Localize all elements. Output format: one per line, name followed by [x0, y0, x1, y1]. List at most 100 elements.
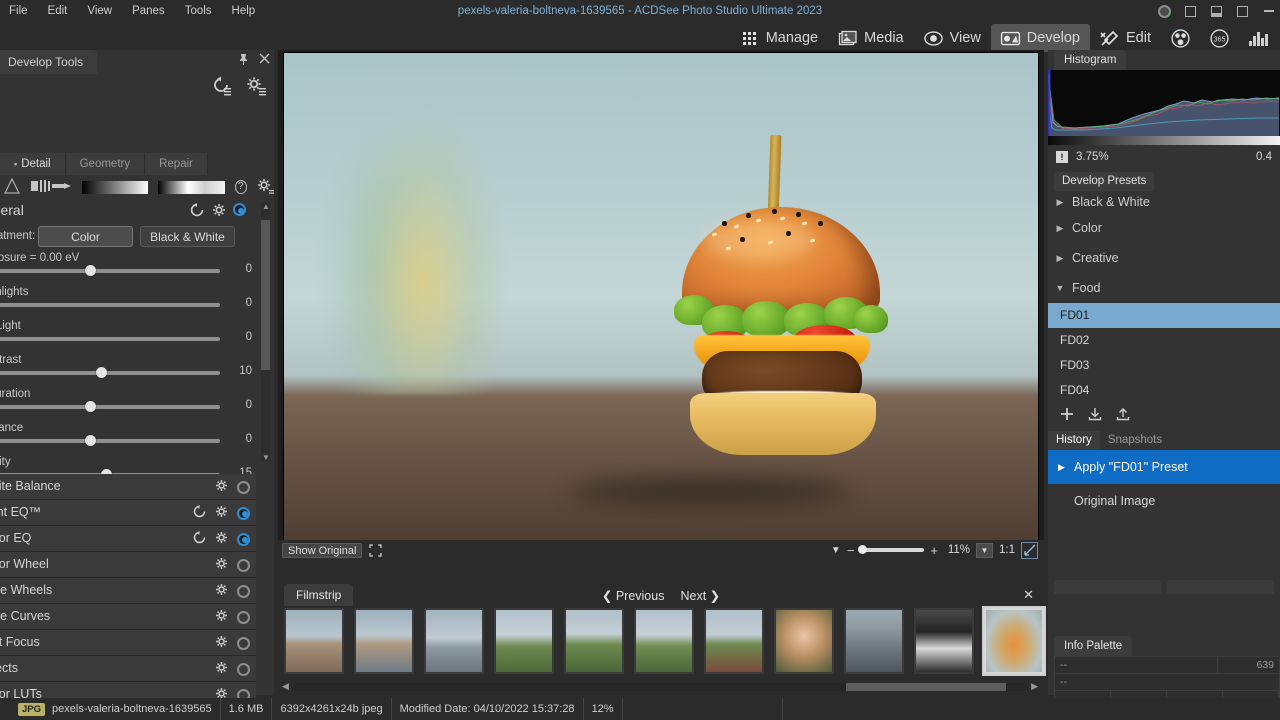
slider-track[interactable] [0, 405, 220, 409]
help-icon[interactable]: ? [235, 180, 247, 194]
general-reset-icon[interactable] [190, 203, 204, 220]
mode-histogram[interactable] [1239, 24, 1278, 52]
reset-all-icon[interactable] [210, 76, 231, 98]
history-item-original-image[interactable]: Original Image [1048, 484, 1280, 518]
clipping-warning-icon[interactable]: ! [1056, 151, 1068, 163]
mode-365[interactable]: 365 [1200, 24, 1239, 52]
zoom-in-icon[interactable]: + [930, 543, 938, 558]
info-palette-tab[interactable]: Info Palette [1054, 636, 1132, 656]
scroll-up-arrow-icon[interactable]: ▲ [262, 202, 270, 211]
section-enable-toggle[interactable] [237, 559, 250, 572]
menu-tools[interactable]: Tools [176, 3, 221, 19]
section-enable-toggle[interactable] [237, 507, 250, 520]
menu-panes[interactable]: Panes [123, 3, 174, 19]
show-original-button[interactable]: Show Original [282, 543, 362, 558]
preset-group-creative[interactable]: ▶ Creative [1048, 243, 1280, 273]
section-color-wheel[interactable]: Color Wheel [0, 552, 256, 578]
section-tone-wheels[interactable]: Tone Wheels [0, 578, 256, 604]
general-gear-icon[interactable] [212, 203, 226, 220]
zoom-dropdown-arrow-icon[interactable]: ▼ [831, 545, 841, 556]
histogram-tab[interactable]: Histogram [1054, 50, 1126, 70]
general-enable-toggle[interactable] [233, 203, 246, 216]
thumbnail-item[interactable] [844, 608, 904, 674]
thumbnail-item[interactable] [424, 608, 484, 674]
thumbnail-item[interactable] [354, 608, 414, 674]
zoom-out-icon[interactable]: − [847, 543, 855, 558]
develop-preview-image[interactable] [283, 52, 1039, 542]
history-tab-placeholder-1[interactable] [1054, 580, 1161, 594]
filmstrip-scrollbar[interactable]: ◀ ▶ [280, 681, 1040, 692]
slider-track[interactable] [0, 337, 220, 341]
zoom-preset-dropdown[interactable]: ▼ [976, 543, 993, 558]
gradient-swatch-2[interactable] [158, 181, 224, 194]
section-gear-icon[interactable] [215, 557, 228, 573]
section-color-eq[interactable]: Color EQ [0, 526, 256, 552]
minimize-window-icon[interactable] [1261, 4, 1276, 19]
add-preset-icon[interactable] [1060, 407, 1074, 424]
thumbnail-item[interactable] [564, 608, 624, 674]
section-gear-icon[interactable] [215, 505, 228, 521]
section-enable-toggle[interactable] [237, 637, 250, 650]
filmstrip-close-icon[interactable]: ✕ [1023, 587, 1034, 603]
section-gear-icon[interactable] [215, 479, 228, 495]
zoom-ratio-label[interactable]: 1:1 [999, 544, 1015, 556]
sub-tab-detail[interactable]: Detail [0, 153, 66, 175]
section-reset-icon[interactable] [193, 531, 206, 547]
scrollbar-thumb[interactable] [261, 220, 270, 370]
section-effects[interactable]: Effects [0, 656, 256, 682]
preset-group-food[interactable]: ▼ Food [1048, 273, 1280, 303]
slider-track[interactable] [0, 303, 220, 307]
thumbnail-item[interactable] [914, 608, 974, 674]
import-preset-icon[interactable] [1088, 407, 1102, 424]
preset-item-fd04[interactable]: FD04 [1048, 378, 1280, 403]
develop-tools-tab[interactable]: Develop Tools [0, 50, 97, 74]
previous-button[interactable]: ❮ Previous [602, 588, 665, 603]
section-gear-icon[interactable] [215, 583, 228, 599]
thumbnail-item[interactable] [634, 608, 694, 674]
gradient-swatch-1[interactable] [82, 181, 148, 194]
close-icon[interactable] [259, 53, 270, 69]
section-light-eq[interactable]: Light EQ™ [0, 500, 256, 526]
section-tone-curves[interactable]: Tone Curves [0, 604, 256, 630]
section-soft-focus[interactable]: Soft Focus [0, 630, 256, 656]
thumbnail-item[interactable] [494, 608, 554, 674]
preset-item-fd03[interactable]: FD03 [1048, 353, 1280, 378]
tab-snapshots[interactable]: Snapshots [1100, 431, 1170, 450]
develop-presets-tab[interactable]: Develop Presets [1054, 172, 1154, 191]
brush-tool-icon[interactable] [30, 178, 72, 197]
section-enable-toggle[interactable] [237, 585, 250, 598]
slider-track[interactable] [0, 439, 220, 443]
menu-help[interactable]: Help [223, 3, 265, 19]
slider-knob[interactable] [85, 401, 96, 412]
sub-tab-geometry[interactable]: Geometry [66, 153, 146, 175]
thumbnail-item-selected[interactable] [984, 608, 1044, 674]
mode-media[interactable]: Media [828, 24, 914, 52]
slider-knob[interactable] [96, 367, 107, 378]
history-item-apply-preset[interactable]: ▶ Apply "FD01" Preset [1048, 450, 1280, 484]
mode-develop[interactable]: Develop [991, 24, 1090, 52]
pin-icon[interactable] [238, 53, 249, 69]
section-gear-icon[interactable] [215, 635, 228, 651]
slider-knob[interactable] [85, 265, 96, 276]
preset-group-black-and-white[interactable]: ▶ Black & White [1048, 191, 1280, 213]
menu-file[interactable]: File [0, 3, 37, 19]
section-gear-icon[interactable] [215, 609, 228, 625]
slider-knob[interactable] [85, 435, 96, 446]
mode-view[interactable]: View [914, 24, 991, 52]
left-panel-scrollbar[interactable]: ▲ ▼ [261, 202, 270, 462]
mode-people[interactable] [1161, 24, 1200, 52]
thumbnail-item[interactable] [704, 608, 764, 674]
section-gear-icon[interactable] [215, 661, 228, 677]
maximize-window-icon[interactable] [1209, 4, 1224, 19]
gradient-tool-icon[interactable] [4, 178, 20, 197]
preset-group-color[interactable]: ▶ Color [1048, 213, 1280, 243]
treatment-bw-button[interactable]: Black & White [140, 226, 235, 247]
panel-toggle-icon[interactable] [1235, 4, 1250, 19]
brush-settings-gear-icon[interactable] [257, 178, 274, 197]
section-enable-toggle[interactable] [237, 611, 250, 624]
next-button[interactable]: Next ❯ [680, 588, 720, 603]
section-enable-toggle[interactable] [237, 533, 250, 546]
fullscreen-icon[interactable] [369, 544, 382, 557]
tab-history[interactable]: History [1048, 431, 1100, 450]
settings-gear-icon[interactable] [245, 76, 266, 98]
